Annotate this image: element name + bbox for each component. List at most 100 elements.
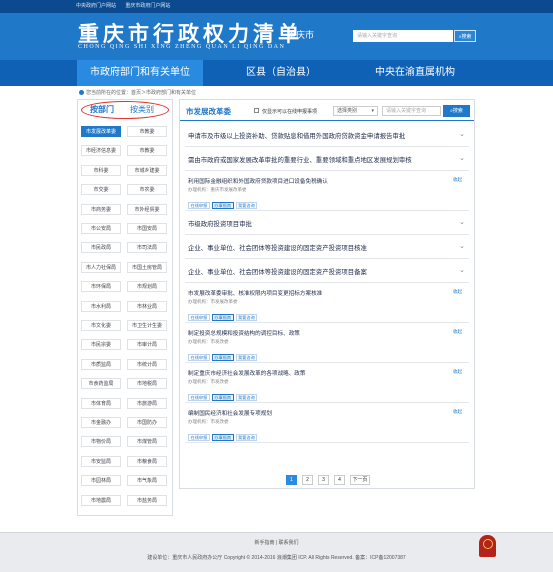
department-button[interactable]: 市人力社保局 — [81, 261, 121, 273]
guide-button[interactable]: 办事指南 — [211, 354, 234, 361]
online-apply-button[interactable]: 在线申报 — [188, 314, 210, 321]
guide-button[interactable]: 办事指南 — [211, 202, 234, 209]
department-button[interactable]: 市文化委 — [81, 320, 121, 331]
department-button[interactable]: 市旅游局 — [127, 397, 167, 409]
department-button[interactable]: 市物价局 — [81, 436, 121, 448]
online-apply-button[interactable]: 在线申报 — [188, 354, 210, 361]
department-button[interactable]: 市民政局 — [81, 242, 121, 254]
online-apply-button[interactable]: 在线申报 — [188, 202, 210, 209]
expanded-item[interactable]: 制定重庆市经济社会发展改革的各项战略、政策 办理机构：市发改委 在线申报 办事指南 我要… — [185, 363, 469, 403]
header-search-input[interactable]: 请输入关键字查询 — [353, 30, 453, 42]
department-button[interactable]: 市盐务局 — [127, 494, 167, 506]
item-title[interactable]: 制定重庆市经济社会发展改革的各项战略、政策 — [188, 369, 305, 377]
collapsed-item[interactable]: 企业、事业单位、社会团体等投资建设的固定资产投资项目核准 ⌄ — [185, 235, 469, 259]
department-button[interactable]: 市体育局 — [81, 397, 121, 409]
department-button[interactable]: 市民宗委 — [81, 339, 121, 351]
department-button[interactable]: 市环保局 — [81, 281, 121, 293]
item-search-button[interactable]: ⌕搜索 — [443, 105, 470, 117]
department-button[interactable]: 市地税局 — [127, 378, 167, 390]
expanded-item[interactable]: 市发展改革委审批、核准权限内项目变更招标方案核准 办理机构：市发展改革委 在线申报办… — [185, 283, 469, 323]
item-title[interactable]: 企业、事业单位、社会团体等投资建设的固定资产投资项目核准 — [188, 243, 367, 252]
item-title[interactable]: 编制国民经济和社会发展专项规划 — [188, 409, 272, 417]
collapse-link[interactable]: 收起 — [453, 369, 462, 375]
tab-by-category[interactable]: 按类别 — [130, 104, 154, 115]
collapse-link[interactable]: 收起 — [453, 329, 462, 335]
consult-button[interactable]: 我要咨询 — [235, 354, 258, 361]
department-button[interactable]: 市发展改革委 — [81, 126, 121, 137]
chevron-down-icon[interactable]: ⌄ — [459, 130, 465, 138]
department-button[interactable]: 市国安局 — [127, 223, 167, 234]
collapsed-item[interactable]: 申请市及市级以上投资补助、贷款贴息和借用外国政府贷款资金申请报告审批 ⌄ — [185, 123, 469, 147]
department-button[interactable]: 市安监局 — [81, 455, 121, 467]
expanded-item[interactable]: 制定投资总规模和投资结构的调控目标、政策 办理机构：市发改委 在线申报 办事指南 我要咨… — [185, 323, 469, 363]
department-button[interactable]: 市卫生计生委 — [127, 320, 167, 331]
department-button[interactable]: 市国防办 — [127, 417, 167, 428]
page-1[interactable]: 1 — [286, 475, 297, 485]
expanded-item[interactable]: 编制国民经济和社会发展专项规划 办理机构：市发改委 在线申报 办事指南 我要咨询 收起 — [185, 403, 469, 443]
nav-tab-districts[interactable]: 区县（自治县） — [218, 60, 344, 86]
department-button[interactable]: 市审计局 — [127, 339, 167, 351]
department-button[interactable]: 市农委 — [127, 184, 167, 196]
department-button[interactable]: 市园林局 — [81, 475, 121, 487]
consult-button[interactable]: 我要咨询 — [235, 394, 258, 401]
item-title[interactable]: 企业、事业单位、社会团体等投资建设的固定资产投资项目备案 — [188, 267, 367, 276]
tab-by-department[interactable]: 按部门 — [90, 104, 114, 115]
department-button[interactable]: 市经济信息委 — [81, 145, 121, 157]
department-button[interactable]: 市粮食局 — [127, 455, 167, 467]
department-button[interactable]: 市金融办 — [81, 417, 121, 428]
consult-button[interactable]: 我要咨询 — [235, 434, 258, 441]
collapse-link[interactable]: 收起 — [453, 177, 462, 183]
central-gov-link[interactable]: 中央政府门户网站 — [76, 0, 116, 13]
department-button[interactable]: 市交委 — [81, 184, 121, 196]
collapsed-item[interactable]: 企业、事业单位、社会团体等投资建设的固定资产投资项目备案 ⌄ — [185, 259, 469, 283]
breadcrumb-home[interactable]: 首页 — [131, 90, 141, 96]
department-button[interactable]: 市规划局 — [127, 281, 167, 293]
page-2[interactable]: 2 — [302, 475, 313, 485]
guide-button[interactable]: 办事指南 — [211, 394, 234, 401]
chevron-down-icon[interactable]: ⌄ — [459, 242, 465, 250]
item-title[interactable]: 需由市政府或国家发展改革审批的重要行业、重要领域和重点地区发展规划审核 — [188, 155, 412, 164]
guide-button[interactable]: 办事指南 — [211, 314, 234, 321]
item-search-input[interactable]: 请输入关键字查询 — [382, 106, 441, 116]
gov-badge-icon[interactable] — [479, 535, 496, 557]
department-button[interactable]: 市外经贸委 — [127, 203, 167, 215]
department-button[interactable]: 市地震局 — [81, 494, 121, 506]
item-title[interactable]: 制定投资总规模和投资结构的调控目标、政策 — [188, 329, 300, 337]
expanded-item[interactable]: 利用国际金融组织和外国政府贷款项目进口设备免税确认 办理机构：重庆市发展改革委 在线… — [185, 171, 469, 211]
department-button[interactable]: 市统计局 — [127, 358, 167, 370]
department-button[interactable]: 市教委 — [127, 126, 167, 137]
page-3[interactable]: 3 — [318, 475, 329, 485]
category-select[interactable]: 选择类别 ▾ — [333, 106, 378, 116]
department-button[interactable]: 市质监局 — [81, 358, 121, 370]
department-button[interactable]: 市水利局 — [81, 300, 121, 312]
nav-tab-city-depts[interactable]: 市政府部门和有关单位 — [77, 60, 203, 86]
cq-gov-link[interactable]: 重庆市政府门户网站 — [125, 0, 170, 13]
department-button[interactable]: 市教委 — [127, 145, 167, 157]
collapse-link[interactable]: 收起 — [453, 289, 462, 295]
online-only-checkbox[interactable] — [254, 108, 259, 113]
department-button[interactable]: 市科委 — [81, 164, 121, 176]
guide-button[interactable]: 办事指南 — [211, 434, 234, 441]
consult-button[interactable]: 我要咨询 — [235, 314, 258, 321]
department-button[interactable]: 市食药监局 — [81, 378, 121, 390]
department-button[interactable]: 市煤管局 — [127, 436, 167, 448]
item-title[interactable]: 市级政府投资项目审批 — [188, 219, 252, 228]
collapsed-item[interactable]: 市级政府投资项目审批 ⌄ — [185, 211, 469, 235]
department-button[interactable]: 市商务委 — [81, 203, 121, 215]
next-page-button[interactable]: 下一页 — [350, 475, 370, 485]
online-apply-button[interactable]: 在线申报 — [188, 394, 210, 401]
item-title[interactable]: 申请市及市级以上投资补助、贷款贴息和借用外国政府贷款资金申请报告审批 — [188, 131, 405, 140]
department-button[interactable]: 市国土房管局 — [127, 261, 167, 273]
collapsed-item[interactable]: 需由市政府或国家发展改革审批的重要行业、重要领域和重点地区发展规划审核 ⌄ — [185, 147, 469, 171]
department-button[interactable]: 市林业局 — [127, 300, 167, 312]
item-title[interactable]: 市发展改革委审批、核准权限内项目变更招标方案核准 — [188, 289, 322, 297]
item-title[interactable]: 利用国际金融组织和外国政府贷款项目进口设备免税确认 — [188, 177, 328, 185]
collapse-link[interactable]: 收起 — [453, 409, 462, 415]
online-apply-button[interactable]: 在线申报 — [188, 434, 210, 441]
department-button[interactable]: 市司法局 — [127, 242, 167, 254]
department-button[interactable]: 市公安局 — [81, 223, 121, 234]
header-search-button[interactable]: ⌕搜索 — [454, 30, 476, 42]
page-4[interactable]: 4 — [334, 475, 345, 485]
chevron-down-icon[interactable]: ⌄ — [459, 218, 465, 226]
chevron-down-icon[interactable]: ⌄ — [459, 266, 465, 274]
